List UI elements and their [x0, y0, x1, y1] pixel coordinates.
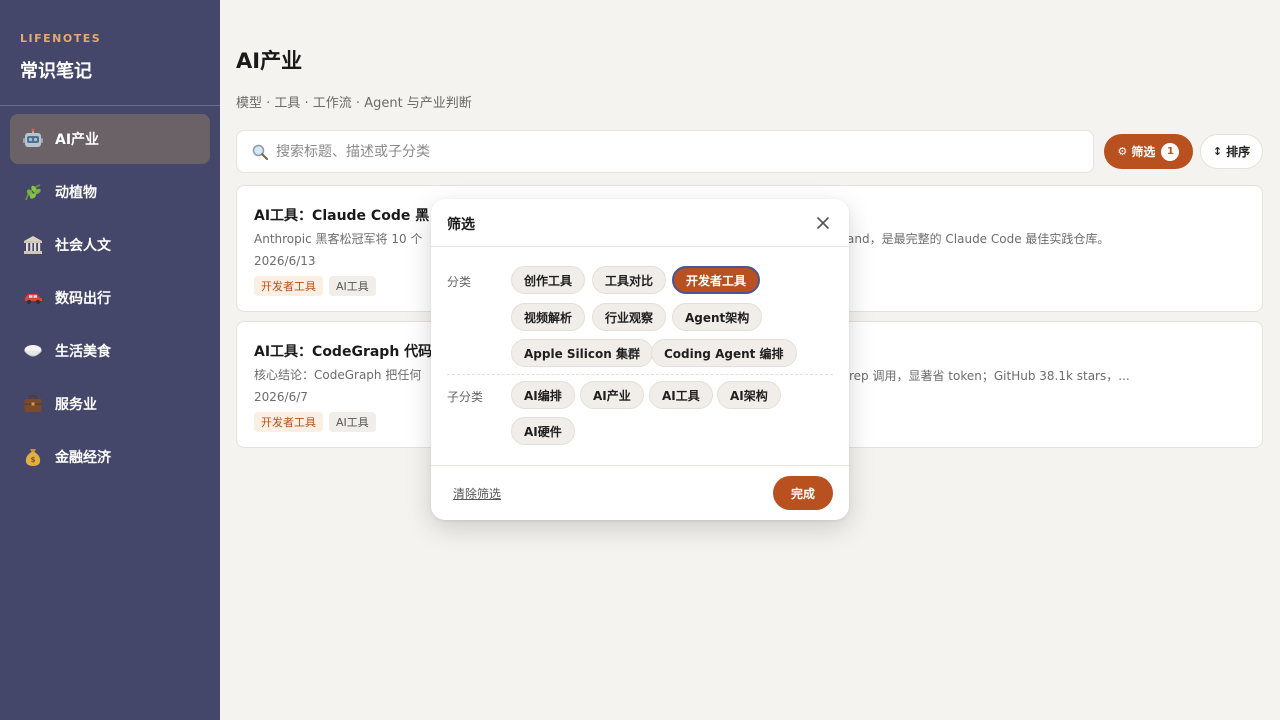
clear-filter-link[interactable]: 清除筛选	[453, 485, 501, 502]
card-description: 核心结论：CodeGraph 把任何	[254, 368, 422, 382]
briefcase-icon	[22, 393, 44, 415]
filter-count-badge: 1	[1161, 142, 1180, 161]
subcategory-tag: AI工具	[329, 276, 376, 296]
card-date: 2026/6/7	[254, 390, 308, 404]
sidebar-item-finance[interactable]: $ 金融经济	[10, 432, 210, 482]
subcategory-chip[interactable]: AI工具	[649, 381, 713, 409]
sidebar-item-plants-animals[interactable]: 动植物	[10, 167, 210, 217]
subcategory-chip[interactable]: AI编排	[511, 381, 575, 409]
brand-name-en: LIFENOTES	[20, 32, 102, 45]
sort-button[interactable]: ↕ 排序	[1200, 134, 1263, 169]
card-date: 2026/6/13	[254, 254, 316, 268]
category-tag: 开发者工具	[254, 276, 323, 296]
museum-icon	[22, 234, 44, 256]
category-chip[interactable]: 创作工具	[511, 266, 586, 294]
sidebar-divider	[0, 105, 220, 106]
leaf-icon	[22, 181, 44, 203]
page-subtitle: 模型 · 工具 · 工作流 · Agent 与产业判断	[236, 96, 472, 111]
dialog-footer-divider	[431, 465, 849, 466]
card-title: AI工具：Claude Code 黑	[254, 208, 430, 224]
money-bag-icon: $	[22, 446, 44, 468]
category-tag: 开发者工具	[254, 412, 323, 432]
sidebar-item-label: 社会人文	[55, 238, 111, 254]
sidebar-item-society-culture[interactable]: 社会人文	[10, 220, 210, 270]
subcategory-chip[interactable]: AI架构	[717, 381, 781, 409]
subcategory-chip[interactable]: AI硬件	[511, 417, 575, 445]
sort-arrows-icon: ↕	[1212, 145, 1223, 158]
sidebar-item-life-food[interactable]: 生活美食	[10, 326, 210, 376]
sidebar-nav: AI产业 动植物 社会人文 数码出行 生活美食 服务业 $ 金融经济	[10, 114, 210, 485]
sidebar-item-label: 数码出行	[55, 291, 111, 307]
sidebar-item-ai-industry[interactable]: AI产业	[10, 114, 210, 164]
search-input[interactable]	[276, 143, 1076, 160]
category-chip[interactable]: Coding Agent 编排	[651, 339, 797, 367]
robot-icon	[22, 128, 44, 150]
done-button[interactable]: 完成	[773, 476, 833, 510]
category-chip[interactable]: 工具对比	[592, 266, 667, 294]
search-box[interactable]	[236, 130, 1094, 173]
filter-button[interactable]: ⚙ 筛选 1	[1104, 134, 1193, 169]
category-chip[interactable]: 行业观察	[592, 303, 667, 331]
gear-icon: ⚙	[1117, 145, 1128, 158]
sidebar-item-label: 金融经济	[55, 450, 111, 466]
sidebar-item-service[interactable]: 服务业	[10, 379, 210, 429]
brand-name-zh: 常识笔记	[20, 61, 92, 82]
sort-button-label: 排序	[1226, 145, 1251, 159]
rice-bowl-icon	[22, 340, 44, 362]
category-label: 分类	[447, 275, 472, 289]
sidebar-item-label: 生活美食	[55, 344, 111, 360]
page-title: AI产业	[236, 49, 303, 73]
dialog-title: 筛选	[447, 217, 475, 233]
close-icon[interactable]	[815, 215, 831, 231]
sidebar-item-label: 服务业	[55, 397, 97, 413]
filter-button-label: 筛选	[1131, 145, 1156, 159]
section-divider	[447, 374, 833, 375]
category-chip[interactable]: Agent架构	[672, 303, 763, 331]
sidebar-item-label: 动植物	[55, 185, 97, 201]
sidebar-item-label: AI产业	[55, 132, 100, 148]
search-icon	[251, 143, 269, 161]
card-description-continued: and，是最完整的 Claude Code 最佳实践仓库。	[847, 232, 1110, 246]
card-title: AI工具：CodeGraph 代码	[254, 344, 433, 360]
dialog-header-divider	[431, 246, 849, 247]
category-chip[interactable]: 视频解析	[511, 303, 586, 331]
subcategory-tag: AI工具	[329, 412, 376, 432]
card-description-continued: rep 调用，显著省 token；GitHub 38.1k stars，...	[849, 369, 1130, 383]
subcategory-chip[interactable]: AI产业	[580, 381, 644, 409]
sidebar: LIFENOTES 常识笔记 AI产业 动植物 社会人文 数码出行 生活美食 服…	[0, 0, 220, 720]
category-chip-selected[interactable]: 开发者工具	[672, 266, 761, 294]
category-chip[interactable]: Apple Silicon 集群	[511, 339, 653, 367]
subcategory-label: 子分类	[447, 390, 484, 404]
filter-dialog: 筛选 分类 创作工具 工具对比 开发者工具 视频解析 行业观察 Agent架构 …	[431, 199, 849, 520]
car-icon	[22, 287, 44, 309]
card-description: Anthropic 黑客松冠军将 10 个	[254, 232, 423, 246]
svg-text:$: $	[31, 456, 36, 464]
card-tags: 开发者工具 AI工具	[254, 412, 376, 432]
card-tags: 开发者工具 AI工具	[254, 276, 376, 296]
sidebar-item-digital-travel[interactable]: 数码出行	[10, 273, 210, 323]
